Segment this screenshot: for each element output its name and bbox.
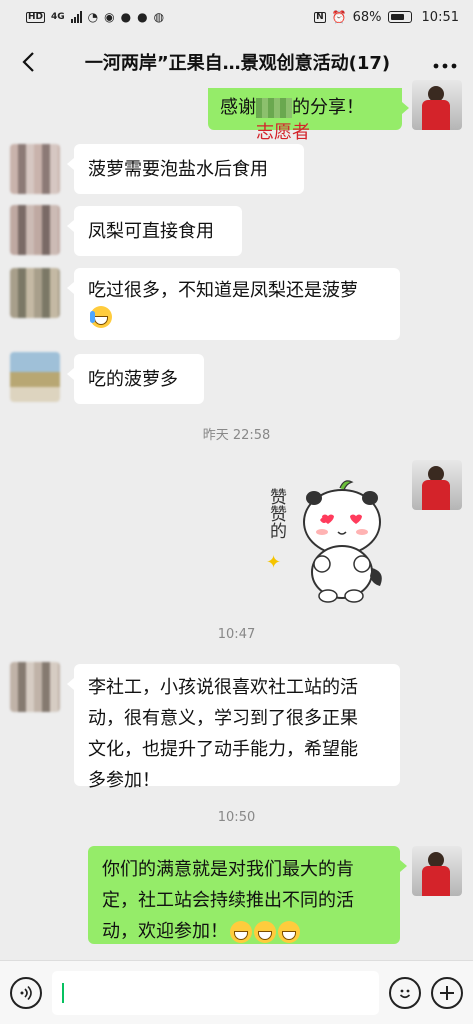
avatar[interactable] [10,352,60,402]
status-time: 10:51 [421,9,459,25]
sticker-text: 赞赞的 [266,488,286,539]
network-type: 4G [51,11,65,22]
message-bubble-self[interactable]: 你们的满意就是对我们最大的肯 定，社工站会持续推出不同的活 动，欢迎参加！ [88,846,407,944]
chat-header: 一河两岸”正果自…景观创意活动(17) [0,34,473,90]
emoji-icon [399,989,411,998]
message-text: 菠萝需要泡盐水后食用 [88,159,268,180]
status-bar: HD 4G ◔ ◉ ● ● ◍ N ⏰ 68% 10:51 [0,0,473,34]
sparkle-icon: ✦ [266,552,282,573]
grin-emoji-icon [278,921,300,943]
message-line: 定，社工站会持续推出不同的活 [102,890,354,911]
grin-emoji-icon [254,921,276,943]
voice-icon [20,985,32,1000]
message-line: 动，很有意义，学习到了很多正果 [88,708,358,729]
message-line: 你们的满意就是对我们最大的肯 [102,859,354,880]
voice-button[interactable] [10,976,42,1009]
message-input[interactable] [52,970,379,1015]
message-line: 文化，也提升了动手能力，希望能 [88,739,358,760]
message-bubble[interactable]: 菠萝需要泡盐水后食用 [67,144,304,194]
alarm-icon: ⏰ [331,10,347,24]
message-text-after: 的分享！ [292,97,364,118]
message-text: 感谢 [220,97,256,118]
input-bar [0,960,473,1024]
back-button[interactable] [14,48,42,76]
browser-icon: ◍ [153,10,165,24]
hd-icon: HD [26,11,46,23]
message-bubble[interactable]: 李社工，小孩说很喜欢社工站的活 动，很有意义，学习到了很多正果 文化，也提升了动… [67,664,400,791]
penguin-icon: ● [120,10,132,24]
avatar[interactable] [10,268,60,318]
nfc-icon: N [314,11,326,23]
panda-sticker-icon [303,480,382,603]
status-right: N ⏰ 68% 10:51 [314,10,459,25]
message-line: 李社工，小孩说很喜欢社工站的活 [88,677,358,698]
avatar[interactable] [10,144,60,194]
battery-icon [387,11,412,23]
more-button[interactable] [433,50,457,75]
chat-title: 一河两岸”正果自…景观创意活动(17) [84,53,391,74]
wechat-icon: ● [137,10,148,24]
signal-icon [70,11,82,23]
chevron-left-icon [22,52,34,72]
message-text: 吃的菠萝多 [88,369,178,390]
message-bubble[interactable]: 吃过很多，不知道是凤梨还是菠萝 [67,268,400,340]
timestamp: 10:50 [217,810,256,825]
timestamp: 昨天 22:58 [202,428,271,443]
sticker[interactable]: 赞赞的 ✦ [262,470,392,610]
avatar-self[interactable] [412,846,462,896]
text-caret [62,982,64,1003]
blurred-name [256,98,292,118]
wifi-icon: ◔ [87,10,99,24]
message-bubble[interactable]: 吃的菠萝多 [67,354,204,404]
crying-laughing-emoji-icon [90,306,112,328]
more-icon [433,63,457,68]
message-text: 凤梨可直接食用 [88,221,214,242]
timestamp: 10:47 [217,627,256,642]
plus-button[interactable] [431,976,463,1009]
volunteer-stamp: 志愿者 [256,122,310,143]
message-bubble[interactable]: 凤梨可直接食用 [67,206,242,256]
eye-icon: ◉ [104,10,115,24]
message-text: 吃过很多，不知道是凤梨还是菠萝 [88,280,358,301]
avatar[interactable] [10,662,60,712]
plus-icon [440,985,454,1000]
battery-percent: 68% [352,9,382,25]
message-line: 多参加！ [88,770,160,791]
emoji-button[interactable] [389,976,421,1009]
avatar-self[interactable] [412,460,462,510]
message-line: 动，欢迎参加！ [102,921,228,942]
grin-emoji-icon [230,921,252,943]
avatar[interactable] [10,205,60,255]
status-left: HD 4G ◔ ◉ ● ● ◍ [26,11,164,23]
avatar-self[interactable] [412,80,462,130]
